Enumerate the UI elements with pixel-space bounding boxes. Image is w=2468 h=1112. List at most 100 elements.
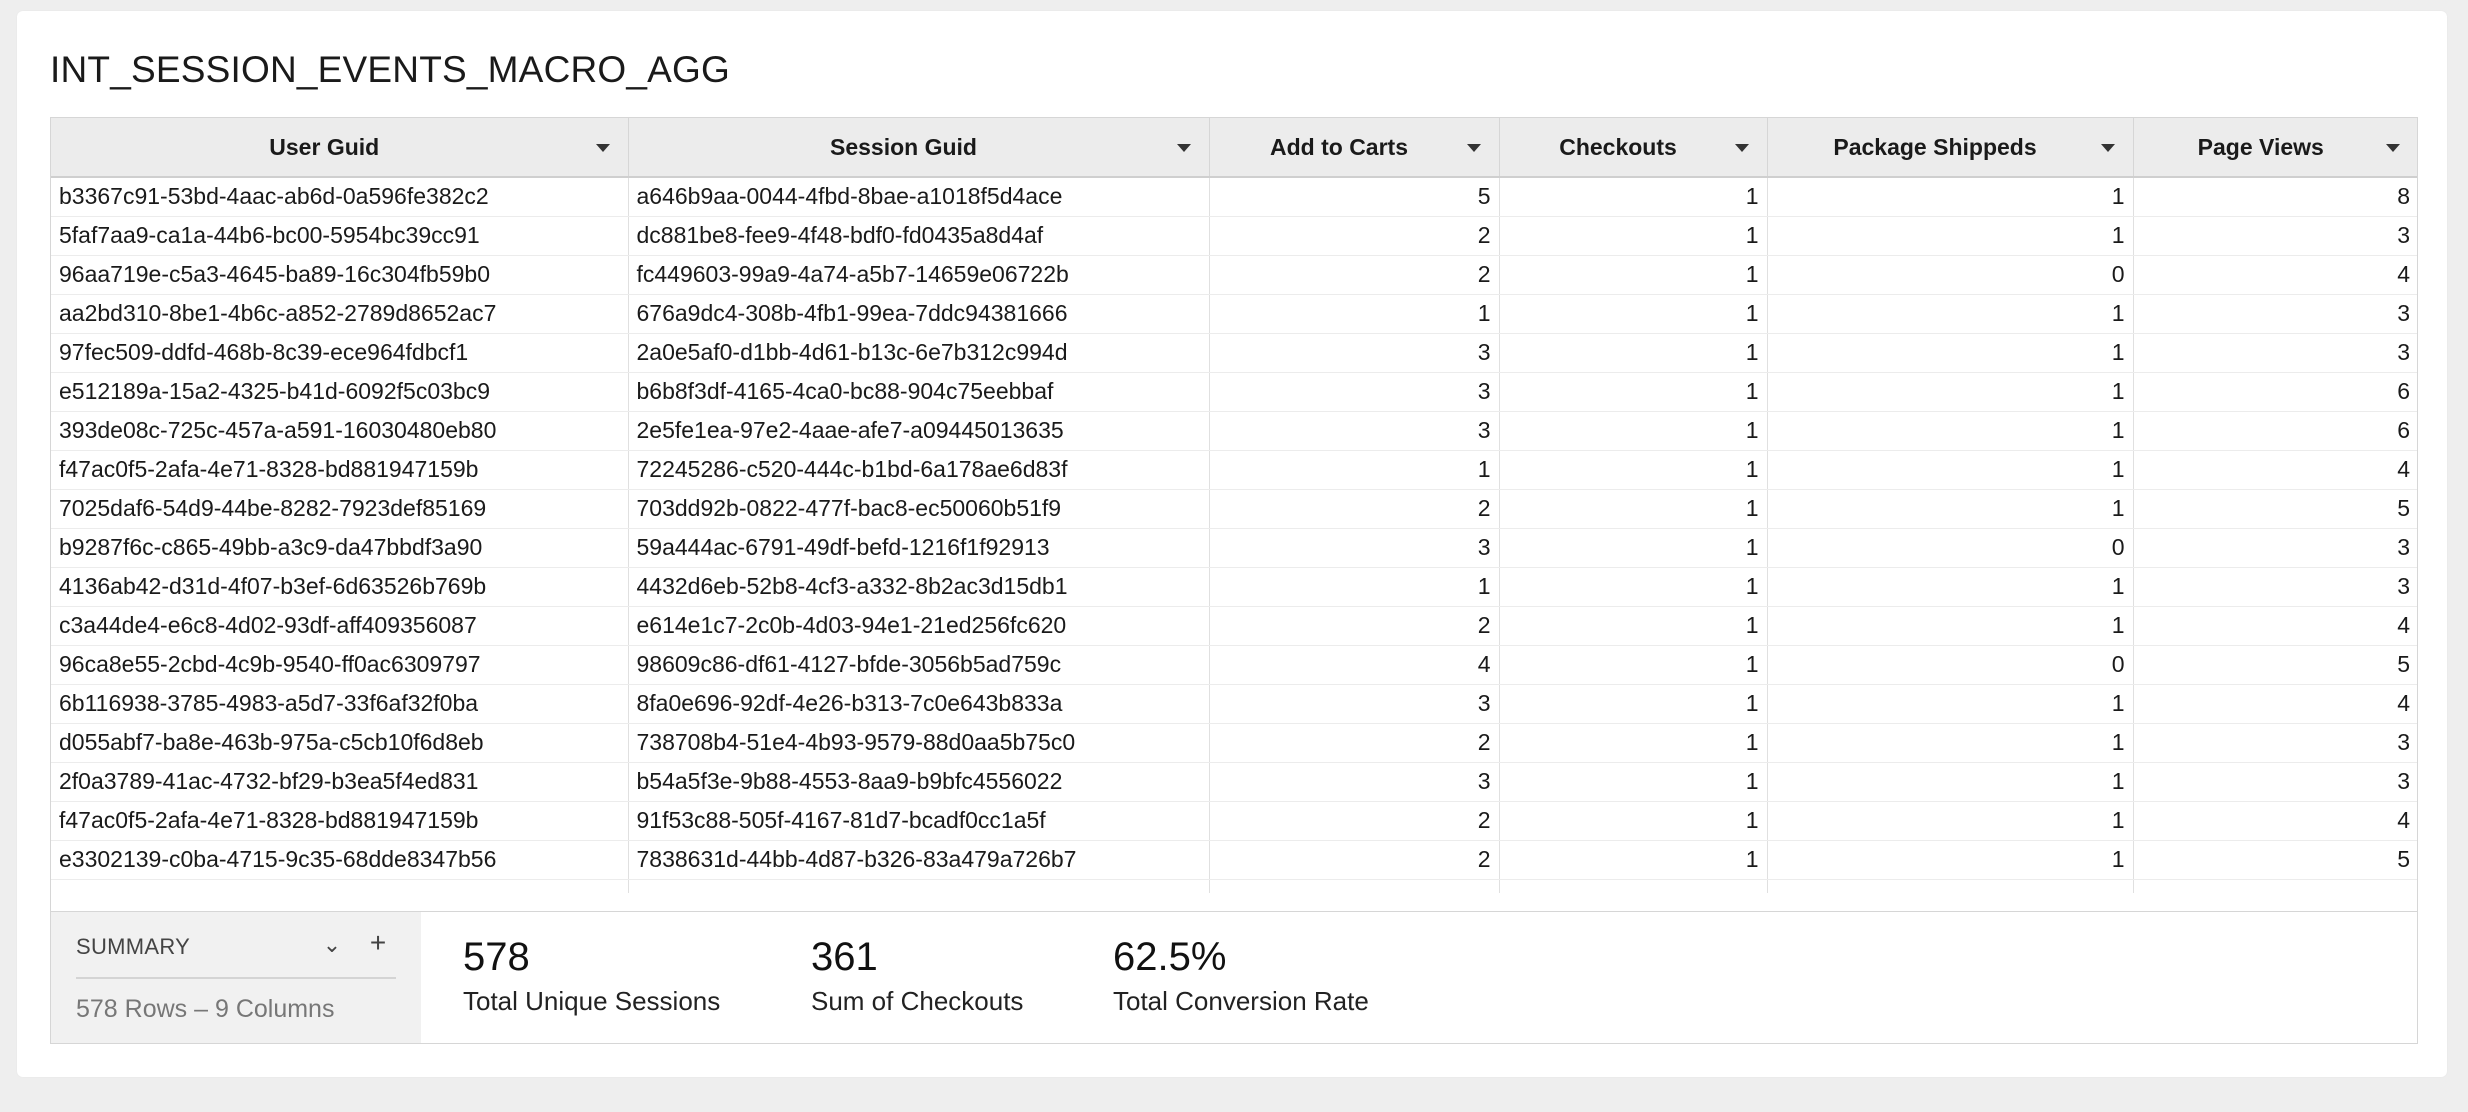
cell-session-guid[interactable]: 2e5fe1ea-97e2-4aae-afe7-a09445013635 — [628, 411, 1210, 451]
cell-user-guid[interactable]: 2f0a3789-41ac-4732-bf29-b3ea5f4ed831 — [51, 762, 629, 802]
table-row[interactable]: 5faf7aa9-ca1a-44b6-bc00-5954bc39cc91 dc88… — [51, 216, 2417, 256]
cell-package-shippeds[interactable]: 1 — [1767, 411, 2134, 451]
cell-user-guid[interactable]: b3367c91-53bd-4aac-ab6d-0a596fe382c2 — [51, 177, 629, 217]
cell-user-guid[interactable]: d055abf7-ba8e-463b-975a-c5cb10f6d8eb — [51, 723, 629, 763]
cell-checkouts[interactable]: 1 — [1499, 645, 1768, 685]
cell-add-to-carts[interactable]: 3 — [1209, 528, 1500, 568]
cell-session-guid[interactable]: 59a444ac-6791-49df-befd-1216f1f92913 — [628, 528, 1210, 568]
cell-user-guid[interactable]: e512189a-15a2-4325-b41d-6092f5c03bc9 — [51, 372, 629, 412]
table-row[interactable]: 96aa719e-c5a3-4645-ba89-16c304fb59b0 fc44… — [51, 255, 2417, 295]
plus-icon[interactable]: + — [365, 929, 391, 957]
cell-add-to-carts[interactable]: 3 — [1209, 411, 1500, 451]
cell-package-shippeds[interactable]: 1 — [1767, 801, 2134, 841]
cell-user-guid[interactable]: 393de08c-725c-457a-a591-16030480eb80 — [51, 411, 629, 451]
cell-page-views[interactable]: 3 — [2133, 567, 2417, 607]
cell-package-shippeds[interactable]: 0 — [1767, 528, 2134, 568]
column-header-checkouts[interactable]: Checkouts — [1499, 118, 1768, 178]
table-row[interactable]: c3a44de4-e6c8-4d02-93df-aff409356087 e614… — [51, 606, 2417, 646]
cell-page-views[interactable]: 6 — [2133, 372, 2417, 412]
table-row[interactable]: d055abf7-ba8e-463b-975a-c5cb10f6d8eb 7387… — [51, 723, 2417, 763]
table-row[interactable]: e512189a-15a2-4325-b41d-6092f5c03bc9 b6b8… — [51, 372, 2417, 412]
cell-page-views[interactable]: 4 — [2133, 801, 2417, 841]
cell-package-shippeds[interactable]: 1 — [1767, 372, 2134, 412]
cell-user-guid[interactable]: f47ac0f5-2afa-4e71-8328-bd881947159b — [51, 801, 629, 841]
caret-down-icon[interactable] — [2100, 144, 2115, 152]
caret-down-icon[interactable] — [1176, 144, 1191, 152]
cell-checkouts[interactable]: 1 — [1499, 567, 1768, 607]
cell-page-views[interactable]: 5 — [2133, 840, 2417, 880]
cell-user-guid[interactable]: 96ca8e55-2cbd-4c9b-9540-ff0ac6309797 — [51, 645, 629, 685]
cell-package-shippeds[interactable]: 0 — [1767, 645, 2134, 685]
cell-page-views[interactable]: 3 — [2133, 294, 2417, 334]
table-row[interactable]: 6b116938-3785-4983-a5d7-33f6af32f0ba 8fa0… — [51, 684, 2417, 724]
cell-package-shippeds[interactable]: 1 — [1767, 489, 2134, 529]
caret-down-icon[interactable] — [2386, 144, 2400, 152]
cell-page-views[interactable]: 3 — [2133, 762, 2417, 802]
cell-user-guid[interactable]: 5faf7aa9-ca1a-44b6-bc00-5954bc39cc91 — [51, 216, 629, 256]
table-row[interactable]: f47ac0f5-2afa-4e71-8328-bd881947159b 91f5… — [51, 801, 2417, 841]
cell-add-to-carts[interactable]: 5 — [1209, 177, 1500, 217]
cell-package-shippeds[interactable]: 1 — [1767, 216, 2134, 256]
cell-session-guid[interactable]: 703dd92b-0822-477f-bac8-ec50060b51f9 — [628, 489, 1210, 529]
cell-user-guid[interactable]: aa2bd310-8be1-4b6c-a852-2789d8652ac7 — [51, 294, 629, 334]
cell-checkouts[interactable]: 1 — [1499, 489, 1768, 529]
cell-add-to-carts[interactable]: 4 — [1209, 645, 1500, 685]
column-header-page-views[interactable]: Page Views — [2133, 118, 2417, 178]
cell-add-to-carts[interactable]: 1 — [1209, 294, 1500, 334]
cell-page-views[interactable]: 4 — [2133, 606, 2417, 646]
cell-add-to-carts[interactable]: 2 — [1209, 723, 1500, 763]
cell-page-views[interactable]: 3 — [2133, 723, 2417, 763]
cell-checkouts[interactable]: 1 — [1499, 372, 1768, 412]
cell-add-to-carts[interactable]: 2 — [1209, 216, 1500, 256]
cell-page-views[interactable]: 8 — [2133, 177, 2417, 217]
cell-package-shippeds[interactable]: 1 — [1767, 684, 2134, 724]
cell-page-views[interactable]: 5 — [2133, 489, 2417, 529]
cell-checkouts[interactable]: 1 — [1499, 684, 1768, 724]
table-row[interactable]: b3367c91-53bd-4aac-ab6d-0a596fe382c2 a646… — [51, 177, 2417, 217]
cell-add-to-carts[interactable]: 2 — [1209, 801, 1500, 841]
cell-package-shippeds[interactable]: 1 — [1767, 606, 2134, 646]
cell-checkouts[interactable]: 1 — [1499, 411, 1768, 451]
table-row[interactable]: 2f0a3789-41ac-4732-bf29-b3ea5f4ed831 b54a… — [51, 762, 2417, 802]
cell-add-to-carts[interactable]: 1 — [1209, 450, 1500, 490]
table-row[interactable]: 4136ab42-d31d-4f07-b3ef-6d63526b769b 4432… — [51, 567, 2417, 607]
cell-page-views[interactable]: 3 — [2133, 216, 2417, 256]
cell-page-views[interactable]: 4 — [2133, 684, 2417, 724]
cell-package-shippeds[interactable]: 1 — [1767, 840, 2134, 880]
cell-checkouts[interactable]: 1 — [1499, 450, 1768, 490]
cell-session-guid[interactable]: e614e1c7-2c0b-4d03-94e1-21ed256fc620 — [628, 606, 1210, 646]
cell-package-shippeds[interactable]: 1 — [1767, 177, 2134, 217]
cell-add-to-carts[interactable]: 2 — [1209, 606, 1500, 646]
cell-add-to-carts[interactable]: 2 — [1209, 255, 1500, 295]
cell-checkouts[interactable]: 1 — [1499, 762, 1768, 802]
cell-page-views[interactable]: 4 — [2133, 255, 2417, 295]
cell-add-to-carts[interactable]: 1 — [1209, 567, 1500, 607]
cell-package-shippeds[interactable]: 0 — [1767, 255, 2134, 295]
column-header-package-shippeds[interactable]: Package Shippeds — [1767, 118, 2134, 178]
cell-package-shippeds[interactable]: 1 — [1767, 333, 2134, 373]
cell-session-guid[interactable]: b6b8f3df-4165-4ca0-bc88-904c75eebbaf — [628, 372, 1210, 412]
cell-user-guid[interactable]: c3a44de4-e6c8-4d02-93df-aff409356087 — [51, 606, 629, 646]
cell-checkouts[interactable]: 1 — [1499, 216, 1768, 256]
table-row[interactable]: aa2bd310-8be1-4b6c-a852-2789d8652ac7 676a… — [51, 294, 2417, 334]
cell-checkouts[interactable]: 1 — [1499, 294, 1768, 334]
column-header-session-guid[interactable]: Session Guid — [628, 118, 1210, 178]
cell-session-guid[interactable]: 8fa0e696-92df-4e26-b313-7c0e643b833a — [628, 684, 1210, 724]
cell-session-guid[interactable]: 2a0e5af0-d1bb-4d61-b13c-6e7b312c994d — [628, 333, 1210, 373]
chevron-down-icon[interactable]: ⌄ — [319, 934, 345, 956]
cell-session-guid[interactable]: dc881be8-fee9-4f48-bdf0-fd0435a8d4af — [628, 216, 1210, 256]
cell-page-views[interactable]: 3 — [2133, 333, 2417, 373]
cell-user-guid[interactable]: 7025daf6-54d9-44be-8282-7923def85169 — [51, 489, 629, 529]
cell-package-shippeds[interactable]: 1 — [1767, 450, 2134, 490]
cell-package-shippeds[interactable]: 1 — [1767, 294, 2134, 334]
cell-session-guid[interactable]: 738708b4-51e4-4b93-9579-88d0aa5b75c0 — [628, 723, 1210, 763]
cell-checkouts[interactable]: 1 — [1499, 333, 1768, 373]
table-row[interactable]: 7025daf6-54d9-44be-8282-7923def85169 703d… — [51, 489, 2417, 529]
column-header-user-guid[interactable]: User Guid — [51, 118, 629, 178]
table-row[interactable]: e3302139-c0ba-4715-9c35-68dde8347b56 7838… — [51, 840, 2417, 880]
cell-user-guid[interactable]: 4136ab42-d31d-4f07-b3ef-6d63526b769b — [51, 567, 629, 607]
cell-session-guid[interactable]: fc449603-99a9-4a74-a5b7-14659e06722b — [628, 255, 1210, 295]
cell-page-views[interactable]: 3 — [2133, 528, 2417, 568]
cell-checkouts[interactable]: 1 — [1499, 177, 1768, 217]
cell-session-guid[interactable]: 4432d6eb-52b8-4cf3-a332-8b2ac3d15db1 — [628, 567, 1210, 607]
